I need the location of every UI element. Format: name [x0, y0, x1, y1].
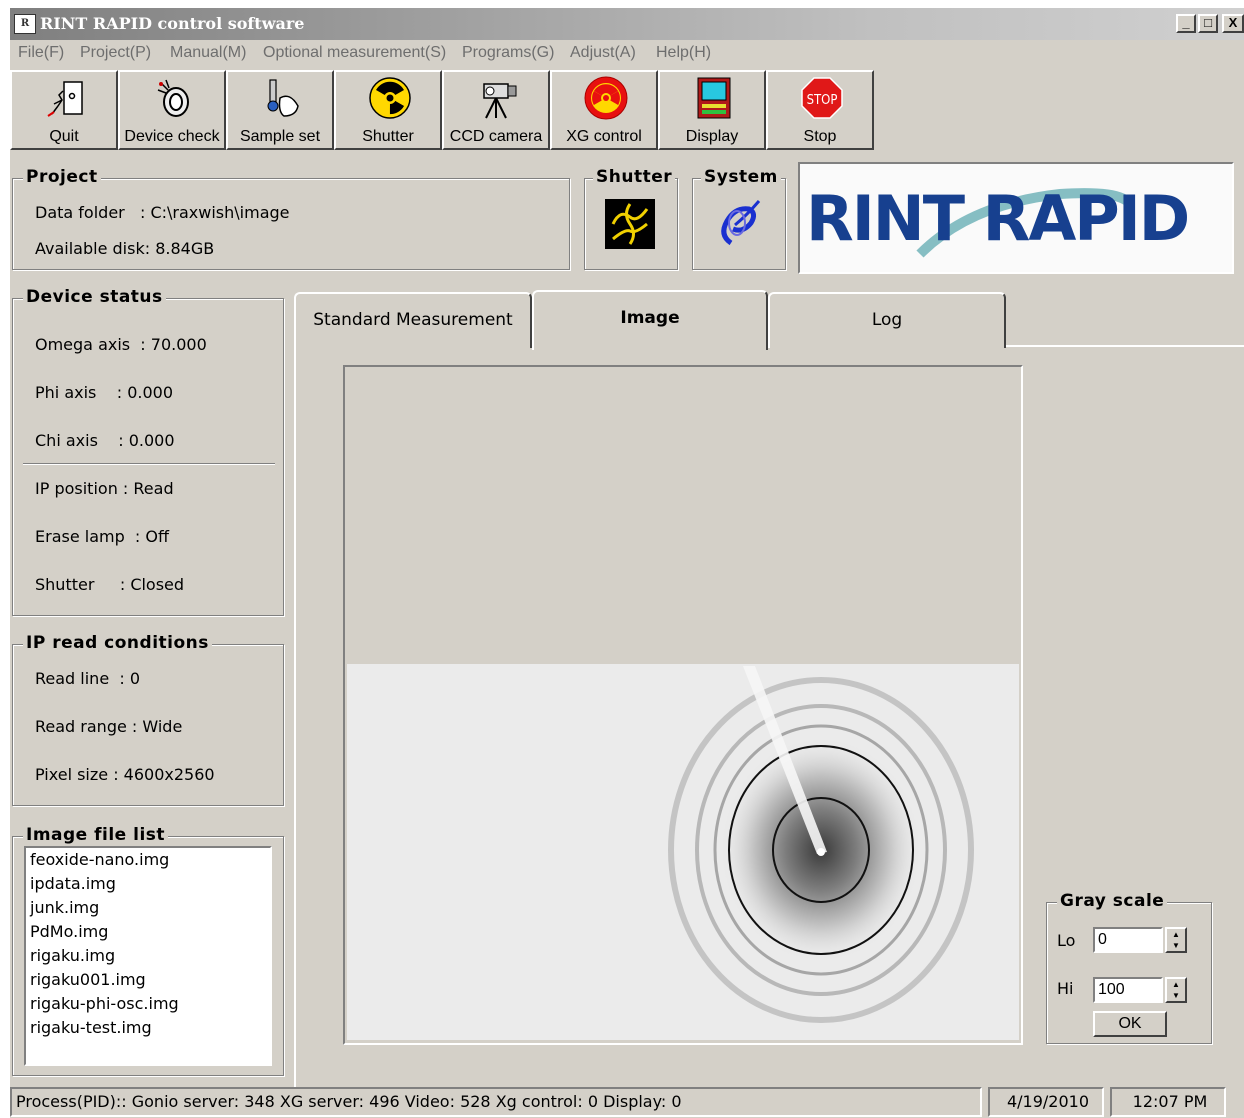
data-folder-text: Data folder : C:\raxwish\image: [35, 203, 290, 222]
device-check-button[interactable]: Device check: [118, 70, 226, 150]
sample-set-button[interactable]: Sample set: [226, 70, 334, 150]
shutter-label: Shutter: [362, 128, 414, 145]
menu-help[interactable]: Help(H): [656, 44, 711, 62]
stop-sign-icon: STOP: [801, 77, 843, 119]
device-check-icon: [157, 79, 189, 117]
ip-read-title: IP read conditions: [23, 633, 212, 653]
ccd-camera-label: CCD camera: [449, 128, 543, 145]
project-title: Project: [23, 167, 101, 187]
gray-hi-up-icon[interactable]: ▲: [1167, 979, 1185, 990]
gray-lo-label: Lo: [1057, 931, 1076, 950]
status-date: 4/19/2010: [988, 1087, 1104, 1117]
tab-log[interactable]: Log: [768, 292, 1006, 348]
device-status-title: Device status: [23, 287, 166, 307]
display-label: Display: [685, 128, 739, 145]
gray-hi-spinner[interactable]: ▲ ▼: [1165, 977, 1187, 1003]
system-panel: System: [692, 167, 786, 270]
shutter-icon[interactable]: [605, 199, 655, 249]
system-icon[interactable]: [711, 195, 767, 251]
shutter-button[interactable]: Shutter: [334, 70, 442, 150]
radiation-icon: [369, 77, 411, 119]
gray-hi-label: Hi: [1057, 979, 1074, 998]
gray-lo-up-icon[interactable]: ▲: [1167, 929, 1185, 940]
status-time: 12:07 PM: [1110, 1087, 1226, 1117]
maximize-button[interactable]: □: [1198, 14, 1218, 33]
minimize-button[interactable]: _: [1176, 14, 1196, 33]
menu-project[interactable]: Project(P): [80, 44, 151, 62]
title-bar[interactable]: R RINT RAPID control software _ □ X: [10, 8, 1244, 40]
list-item[interactable]: ipdata.img: [30, 874, 116, 893]
gray-hi-down-icon[interactable]: ▼: [1167, 990, 1185, 1001]
chi-axis-text: Chi axis : 0.000: [35, 431, 175, 450]
quit-door-icon: [47, 81, 83, 117]
status-process: Process(PID):: Gonio server: 348 XG serv…: [10, 1087, 982, 1117]
gray-hi-input[interactable]: 100: [1093, 977, 1163, 1003]
gray-ok-button[interactable]: OK: [1093, 1011, 1167, 1037]
quit-button[interactable]: Quit: [10, 70, 118, 150]
sample-set-label: Sample set: [239, 128, 321, 145]
menu-optional-measurement[interactable]: Optional measurement(S): [263, 44, 446, 62]
tab-panel-left-edge: [294, 345, 296, 1089]
shutter-panel: Shutter: [584, 167, 678, 270]
list-item[interactable]: rigaku.img: [30, 946, 115, 965]
device-check-label: Device check: [124, 128, 220, 145]
ip-read-group: IP read conditions Read line : 0 Read ra…: [12, 633, 284, 806]
erase-lamp-text: Erase lamp : Off: [35, 527, 170, 546]
display-monitor-icon: [697, 77, 731, 119]
stop-sign-text: STOP: [807, 93, 838, 108]
read-range-text: Read range : Wide: [35, 717, 183, 736]
sample-set-icon: [267, 79, 299, 117]
ip-position-text: IP position : Read: [35, 479, 174, 498]
tab-image[interactable]: Image: [532, 290, 768, 350]
app-window: R RINT RAPID control software _ □ X File…: [10, 8, 1244, 1118]
read-line-text: Read line : 0: [35, 669, 140, 688]
quit-label: Quit: [49, 128, 79, 145]
xg-radiation-icon: [584, 76, 628, 120]
system-panel-title: System: [701, 167, 781, 187]
device-status-group: Device status Omega axis : 70.000 Phi ax…: [12, 287, 284, 616]
menu-adjust[interactable]: Adjust(A): [570, 44, 636, 62]
ccd-camera-icon: [483, 83, 517, 119]
gray-scale-group: Gray scale Lo 0 ▲ ▼ Hi 100 ▲ ▼ OK: [1046, 891, 1212, 1044]
logo-text: RINT RAPID: [806, 182, 1190, 255]
phi-axis-text: Phi axis : 0.000: [35, 383, 173, 402]
shutter-panel-title: Shutter: [593, 167, 676, 187]
stop-label: Stop: [803, 128, 837, 145]
menu-programs[interactable]: Programs(G): [462, 44, 554, 62]
xg-control-button[interactable]: XG control: [550, 70, 658, 150]
shutter-status-text: Shutter : Closed: [35, 575, 185, 594]
menu-file[interactable]: File(F): [18, 44, 64, 62]
list-item[interactable]: rigaku-phi-osc.img: [30, 994, 179, 1013]
omega-axis-text: Omega axis : 70.000: [35, 335, 207, 354]
gray-lo-down-icon[interactable]: ▼: [1167, 940, 1185, 951]
display-button[interactable]: Display: [658, 70, 766, 150]
list-item[interactable]: junk.img: [30, 898, 99, 917]
menu-manual[interactable]: Manual(M): [170, 44, 246, 62]
pixel-size-text: Pixel size : 4600x2560: [35, 765, 215, 784]
xg-control-label: XG control: [566, 128, 642, 145]
image-file-listbox[interactable]: feoxide-nano.img ipdata.img junk.img PdM…: [24, 846, 272, 1066]
gray-lo-input[interactable]: 0: [1093, 927, 1163, 953]
list-item[interactable]: feoxide-nano.img: [30, 850, 169, 869]
list-item[interactable]: rigaku-test.img: [30, 1018, 152, 1037]
available-disk-text: Available disk: 8.84GB: [35, 239, 215, 258]
rint-app-icon: R: [14, 14, 36, 34]
image-file-list-title: Image file list: [23, 825, 169, 845]
stop-button[interactable]: STOP Stop: [766, 70, 874, 150]
rint-rapid-logo: RINT RAPID: [798, 162, 1234, 274]
list-item[interactable]: rigaku001.img: [30, 970, 146, 989]
image-viewer[interactable]: [343, 365, 1023, 1045]
tab-standard-measurement[interactable]: Standard Measurement: [294, 292, 532, 348]
close-button[interactable]: X: [1222, 14, 1244, 33]
list-item[interactable]: PdMo.img: [30, 922, 108, 941]
menu-bar: File(F) Project(P) Manual(M) Optional me…: [10, 40, 1244, 68]
ccd-camera-button[interactable]: CCD camera: [442, 70, 550, 150]
status-divider: [23, 463, 275, 465]
window-title: RINT RAPID control software: [40, 14, 305, 33]
project-group: Project Data folder : C:\raxwish\image A…: [12, 167, 570, 270]
gray-scale-title: Gray scale: [1057, 891, 1168, 911]
diffraction-image: [347, 664, 1019, 1040]
gray-lo-spinner[interactable]: ▲ ▼: [1165, 927, 1187, 953]
